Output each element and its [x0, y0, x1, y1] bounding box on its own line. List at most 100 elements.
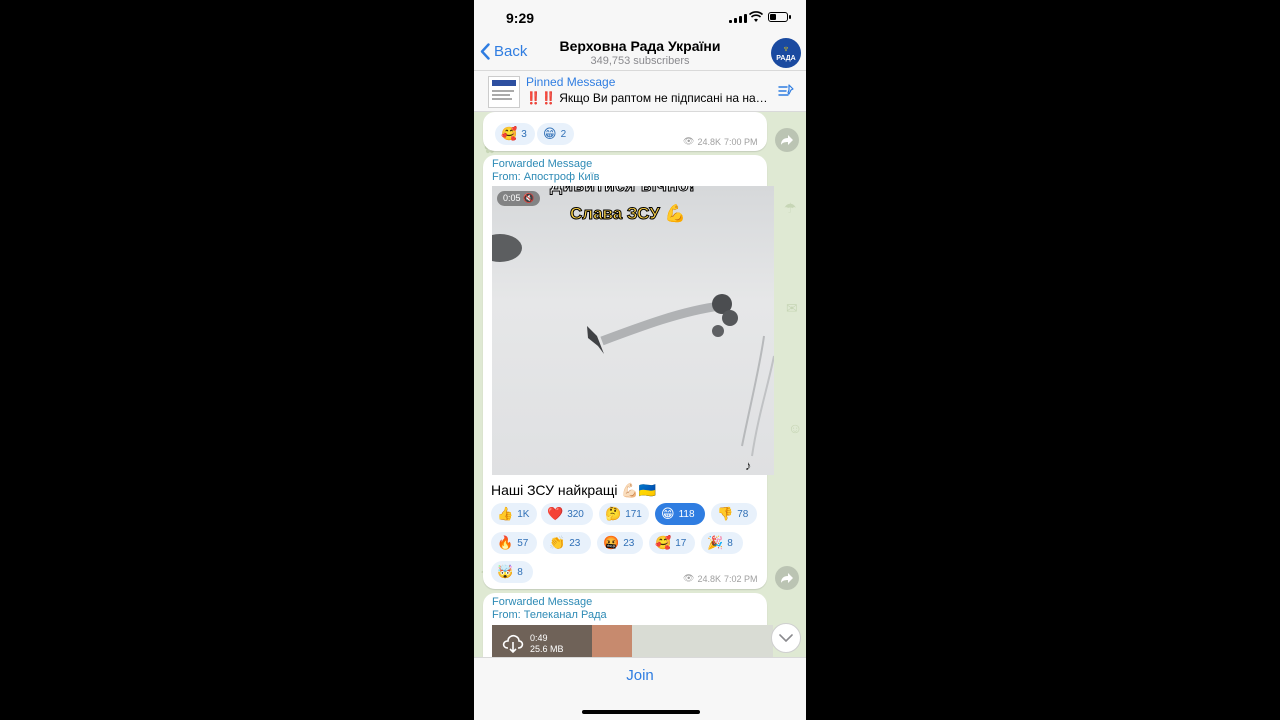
video-preview[interactable]: 0:49 25.6 MB	[492, 625, 773, 659]
reaction-count: 8	[727, 537, 733, 549]
reaction-chip[interactable]: ❤️ 320	[541, 503, 593, 525]
pinned-message-bar[interactable]: Pinned Message ‼️‼️ Якщо Ви раптом не пі…	[474, 71, 806, 112]
subscriber-count: 349,753 subscribers	[590, 55, 690, 67]
forward-header[interactable]: Forwarded Message From: Телеканал Рада	[492, 596, 607, 622]
reaction-count: 17	[675, 537, 687, 549]
reaction-count: 1K	[517, 508, 530, 520]
reaction-emoji: 🤬	[603, 535, 620, 550]
cellular-signal-icon	[729, 13, 747, 23]
forward-label: Forwarded Message	[492, 158, 593, 170]
pinned-text: ‼️‼️ Якщо Ви раптом не підписані на на…	[526, 91, 776, 105]
share-button[interactable]	[775, 566, 799, 590]
reaction-chip[interactable]: 🥰 3	[495, 123, 535, 145]
wifi-icon	[749, 11, 763, 22]
battery-icon	[768, 12, 791, 22]
forward-source: From: Апостроф Київ	[492, 171, 600, 183]
pinned-list-icon[interactable]	[778, 83, 794, 99]
cloud-download-icon[interactable]	[502, 633, 524, 653]
reaction-chip[interactable]: 🔥 57	[491, 532, 537, 554]
forward-header[interactable]: Forwarded Message From: Апостроф Київ	[492, 158, 600, 184]
reaction-emoji: 🥰	[501, 126, 518, 141]
reaction-chip[interactable]: 👏 23	[543, 532, 591, 554]
status-time: 9:29	[506, 10, 535, 26]
forward-source: From: Телеканал Рада	[492, 609, 607, 621]
message-meta: 👁 24.8K 7:02 PM	[683, 573, 758, 584]
video-duration: 0:49	[530, 633, 548, 643]
forward-label: Forwarded Message	[492, 596, 593, 608]
video-duration-badge[interactable]: 0:05 🔇	[497, 191, 541, 206]
video-overlay-text: Слава ЗСУ 💪	[570, 204, 687, 224]
reaction-emoji: 👎	[717, 506, 734, 521]
reaction-chip[interactable]: 👍 1K	[491, 503, 537, 525]
reaction-chip[interactable]: 🤬 23	[597, 532, 643, 554]
message-bubble: Forwarded Message From: Телеканал Рада 0…	[483, 593, 773, 663]
reaction-count: 78	[737, 508, 749, 520]
views-icon: 👁	[683, 136, 695, 146]
muted-speaker-icon: 🔇	[523, 193, 535, 203]
trident-icon: ♆	[782, 43, 790, 55]
video-frame	[492, 234, 774, 457]
pinned-label: Pinned Message	[526, 75, 616, 89]
reaction-chip[interactable]: 🤯 8	[491, 561, 533, 583]
reaction-emoji: 🤔	[605, 506, 622, 521]
join-bar: Join	[474, 657, 806, 720]
chevron-down-icon	[779, 634, 793, 642]
pinned-prefix: ‼️‼️	[526, 91, 556, 105]
reaction-emoji: 🔥	[497, 535, 514, 550]
video-duration: 0:05	[503, 193, 521, 203]
wallpaper-doodle: ☺	[788, 420, 803, 436]
pinned-thumbnail	[488, 76, 520, 108]
video-player[interactable]: Дивитися вічно! Слава ЗСУ 💪 0:05 🔇 ♪	[492, 186, 774, 475]
join-button[interactable]: Join	[474, 667, 806, 684]
reaction-count: 8	[517, 566, 523, 578]
reaction-count: 23	[569, 537, 581, 549]
scroll-down-button[interactable]	[771, 623, 801, 653]
avatar-text: РАДА	[776, 54, 796, 62]
reaction-emoji: 😁	[661, 506, 675, 521]
reaction-chip[interactable]: 👎 78	[711, 503, 757, 525]
reaction-emoji: 😁	[543, 126, 557, 141]
pinned-preview: Якщо Ви раптом не підписані на на…	[559, 91, 768, 105]
reaction-count: 23	[623, 537, 635, 549]
views-count: 24.8K	[697, 136, 721, 147]
telegram-screen: ✿ ☂ ✉ ☺ ♪ 9:29 Back Верховна Рада Україн…	[474, 0, 806, 720]
reaction-count: 320	[567, 508, 584, 520]
share-button[interactable]	[775, 128, 799, 152]
reaction-chip[interactable]: 🥰 17	[649, 532, 695, 554]
reaction-emoji: 🥰	[655, 535, 672, 550]
channel-title[interactable]: Верховна Рада України	[474, 38, 806, 54]
video-info: 0:49 25.6 MB	[530, 633, 564, 655]
reaction-chip[interactable]: 😁 2	[537, 123, 575, 145]
message-meta: 👁 24.8K 7:00 PM	[683, 136, 758, 147]
share-arrow-icon	[781, 573, 793, 583]
reaction-emoji: ❤️	[547, 506, 564, 521]
wallpaper-doodle: ☂	[784, 200, 797, 216]
message-caption: Наші ЗСУ найкращі 💪🏻🇺🇦	[491, 482, 657, 498]
message-time: 7:00 PM	[723, 136, 758, 147]
tiktok-logo-icon: ♪	[745, 458, 752, 473]
wallpaper-doodle: ✉	[786, 300, 798, 316]
reaction-emoji: 🎉	[707, 535, 724, 550]
reaction-emoji: 👍	[497, 506, 514, 521]
message-time: 7:02 PM	[723, 573, 758, 584]
reaction-emoji: 🤯	[497, 564, 514, 579]
reaction-emoji: 👏	[549, 535, 566, 550]
home-indicator	[582, 710, 700, 714]
reaction-count: 3	[521, 128, 527, 140]
views-count: 24.8K	[697, 573, 721, 584]
reaction-chip[interactable]: 🎉 8	[701, 532, 743, 554]
reaction-chip-selected[interactable]: 😁 118	[655, 503, 705, 525]
reaction-count: 57	[517, 537, 529, 549]
navigation-header: 9:29 Back Верховна Рада України 349,753 …	[474, 0, 806, 71]
reaction-chip[interactable]: 🤔 171	[599, 503, 649, 525]
video-overlay-text: Дивитися вічно!	[549, 186, 695, 196]
reaction-count: 171	[625, 508, 642, 520]
share-arrow-icon	[781, 135, 793, 145]
reaction-count: 118	[678, 508, 695, 520]
message-bubble: 🥰 3 😁 2 👁 24.8K 7:00 PM	[483, 112, 767, 151]
message-bubble: Forwarded Message From: Апостроф Київ Ди…	[483, 155, 774, 589]
channel-avatar[interactable]: ♆ РАДА	[771, 38, 801, 68]
reaction-count: 2	[560, 128, 567, 140]
views-icon: 👁	[683, 573, 695, 583]
video-size: 25.6 MB	[530, 644, 564, 654]
